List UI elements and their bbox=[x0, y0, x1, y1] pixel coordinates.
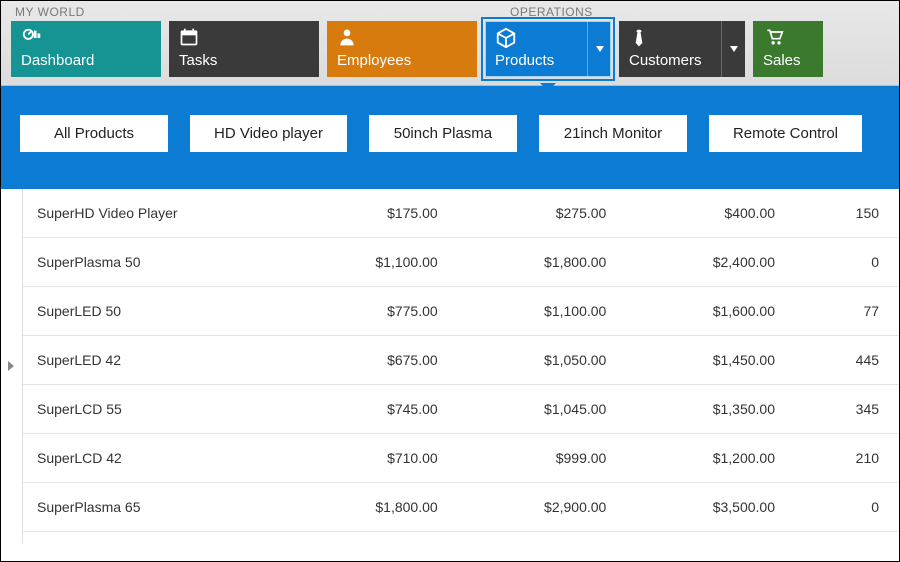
cell-name: SuperPlasma 65 bbox=[23, 499, 283, 515]
cell-price3: $3,500.00 bbox=[620, 499, 789, 515]
table-row[interactable]: SuperPlasma 50$1,100.00$1,800.00$2,400.0… bbox=[23, 238, 899, 287]
table-row[interactable]: SuperHD Video Player$175.00$275.00$400.0… bbox=[23, 189, 899, 238]
filter-remote-control[interactable]: Remote Control bbox=[708, 114, 863, 153]
cell-price2: $999.00 bbox=[452, 450, 621, 466]
filter-bar: All Products HD Video player 50inch Plas… bbox=[1, 86, 899, 189]
table-row[interactable]: SuperLED 42$675.00$1,050.00$1,450.00445 bbox=[23, 336, 899, 385]
cell-qty: 77 bbox=[789, 303, 899, 319]
cell-price3: $1,450.00 bbox=[620, 352, 789, 368]
dashboard-icon bbox=[21, 27, 43, 49]
cell-name: SuperLCD 42 bbox=[23, 450, 283, 466]
cell-qty: 0 bbox=[789, 499, 899, 515]
cell-price3: $2,400.00 bbox=[620, 254, 789, 270]
table-row[interactable]: SuperLCD 42$710.00$999.00$1,200.00210 bbox=[23, 434, 899, 483]
cell-price2: $1,800.00 bbox=[452, 254, 621, 270]
cell-price2: $275.00 bbox=[452, 205, 621, 221]
filter-hd-video-player[interactable]: HD Video player bbox=[189, 114, 348, 153]
tile-tasks[interactable]: Tasks bbox=[169, 21, 319, 77]
tile-label: Sales bbox=[763, 52, 813, 69]
cell-price2: $1,100.00 bbox=[452, 303, 621, 319]
tile-employees[interactable]: Employees bbox=[327, 21, 477, 77]
cell-price1: $775.00 bbox=[283, 303, 452, 319]
active-pointer-icon bbox=[540, 83, 556, 91]
cart-icon bbox=[763, 27, 785, 47]
products-grid: SuperHD Video Player$175.00$275.00$400.0… bbox=[23, 189, 899, 543]
cell-name: SuperLED 42 bbox=[23, 352, 283, 368]
cell-name: SuperLED 50 bbox=[23, 303, 283, 319]
box-icon bbox=[495, 27, 517, 49]
tie-icon bbox=[629, 27, 649, 49]
tile-label: Customers bbox=[629, 52, 735, 69]
dropdown-arrow-icon[interactable] bbox=[587, 21, 611, 77]
cell-price3: $1,350.00 bbox=[620, 401, 789, 417]
grid-expander[interactable] bbox=[1, 189, 23, 543]
person-icon bbox=[337, 27, 357, 47]
cell-name: SuperLCD 55 bbox=[23, 401, 283, 417]
cell-price1: $675.00 bbox=[283, 352, 452, 368]
cell-qty: 345 bbox=[789, 401, 899, 417]
tile-sales[interactable]: Sales bbox=[753, 21, 823, 77]
cell-qty: 150 bbox=[789, 205, 899, 221]
group-label-my-world: MY WORLD bbox=[1, 1, 496, 21]
dropdown-arrow-icon[interactable] bbox=[721, 21, 745, 77]
cell-name: SuperHD Video Player bbox=[23, 205, 283, 221]
tile-label: Dashboard bbox=[21, 52, 151, 69]
cell-price3: $1,200.00 bbox=[620, 450, 789, 466]
table-row[interactable]: SuperLCD 55$745.00$1,045.00$1,350.00345 bbox=[23, 385, 899, 434]
cell-price1: $1,100.00 bbox=[283, 254, 452, 270]
tile-label: Employees bbox=[337, 52, 467, 69]
filter-50inch-plasma[interactable]: 50inch Plasma bbox=[368, 114, 518, 153]
table-row[interactable]: SuperLED 50$775.00$1,100.00$1,600.0077 bbox=[23, 287, 899, 336]
cell-qty: 0 bbox=[789, 254, 899, 270]
cell-name: SuperPlasma 50 bbox=[23, 254, 283, 270]
tile-dashboard[interactable]: Dashboard bbox=[11, 21, 161, 77]
tile-products[interactable]: Products bbox=[485, 21, 611, 77]
ribbon: MY WORLD OPERATIONS Dashboard Tasks Empl… bbox=[1, 1, 899, 86]
filter-21inch-monitor[interactable]: 21inch Monitor bbox=[538, 114, 688, 153]
tile-label: Products bbox=[495, 52, 601, 69]
calendar-icon bbox=[179, 27, 199, 47]
cell-qty: 210 bbox=[789, 450, 899, 466]
group-label-operations: OPERATIONS bbox=[496, 1, 593, 21]
tile-label: Tasks bbox=[179, 52, 309, 69]
cell-price3: $400.00 bbox=[620, 205, 789, 221]
cell-qty: 445 bbox=[789, 352, 899, 368]
cell-price2: $2,900.00 bbox=[452, 499, 621, 515]
cell-price2: $1,045.00 bbox=[452, 401, 621, 417]
cell-price1: $745.00 bbox=[283, 401, 452, 417]
tile-customers[interactable]: Customers bbox=[619, 21, 745, 77]
cell-price1: $710.00 bbox=[283, 450, 452, 466]
cell-price3: $1,600.00 bbox=[620, 303, 789, 319]
table-row[interactable]: SuperPlasma 65$1,800.00$2,900.00$3,500.0… bbox=[23, 483, 899, 532]
cell-price1: $175.00 bbox=[283, 205, 452, 221]
filter-all-products[interactable]: All Products bbox=[19, 114, 169, 153]
cell-price2: $1,050.00 bbox=[452, 352, 621, 368]
cell-price1: $1,800.00 bbox=[283, 499, 452, 515]
